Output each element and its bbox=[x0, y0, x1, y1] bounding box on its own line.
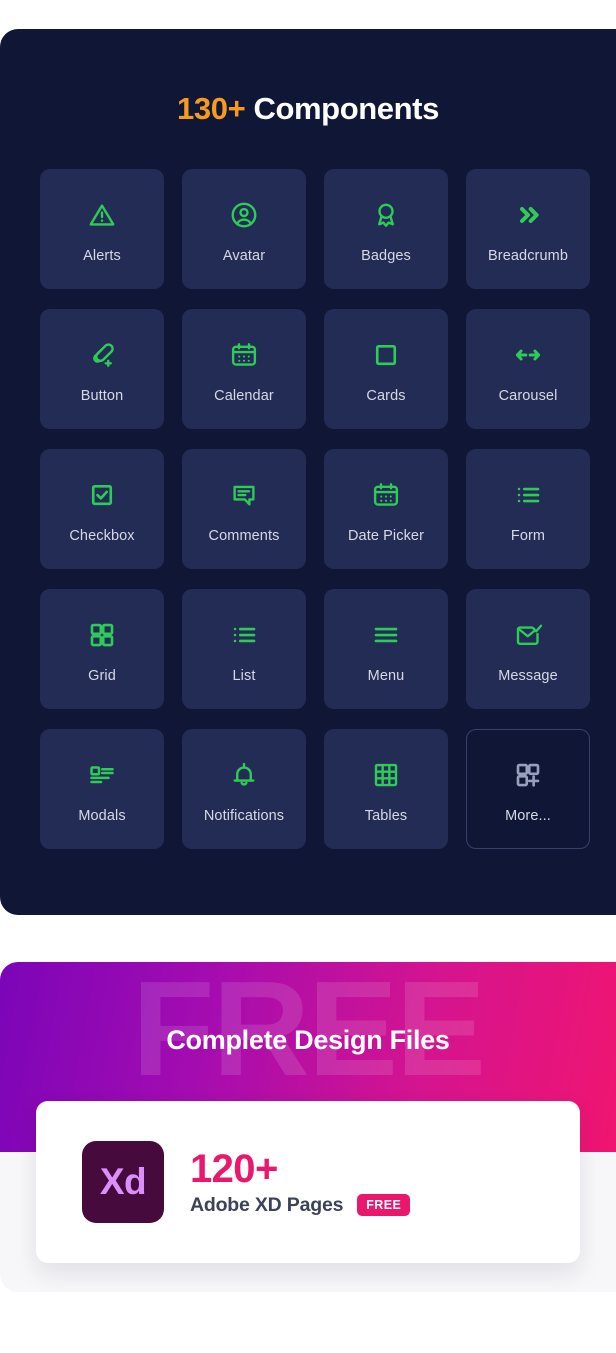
page-root: 130+ Components Alerts Avatar Badges Bre… bbox=[0, 0, 616, 1353]
component-tile-badges[interactable]: Badges bbox=[324, 169, 448, 289]
free-badge: FREE bbox=[357, 1194, 411, 1216]
adobe-xd-card-text: 120+ Adobe XD Pages FREE bbox=[190, 1146, 411, 1217]
left-right-arrows-icon bbox=[508, 335, 548, 375]
hamburger-menu-icon bbox=[366, 615, 406, 655]
component-tile-label: Carousel bbox=[498, 387, 558, 404]
component-tile-cards[interactable]: Cards bbox=[324, 309, 448, 429]
adobe-xd-logo: Xd bbox=[82, 1141, 164, 1223]
component-tile-label: Modals bbox=[78, 807, 126, 824]
component-tile-list[interactable]: List bbox=[182, 589, 306, 709]
bell-icon bbox=[224, 755, 264, 795]
component-tile-label: More... bbox=[505, 807, 551, 824]
component-tile-comments[interactable]: Comments bbox=[182, 449, 306, 569]
components-section: 130+ Components Alerts Avatar Badges Bre… bbox=[0, 29, 616, 915]
bulleted-list-icon bbox=[508, 475, 548, 515]
design-files-section: FREE Complete Design Files Xd 120+ Adobe… bbox=[0, 962, 616, 1292]
alert-triangle-icon bbox=[82, 195, 122, 235]
adobe-xd-logo-text: Xd bbox=[99, 1161, 147, 1202]
component-tile-more[interactable]: More... bbox=[466, 729, 590, 849]
component-tile-message[interactable]: Message bbox=[466, 589, 590, 709]
four-squares-icon bbox=[82, 615, 122, 655]
component-tile-tables[interactable]: Tables bbox=[324, 729, 448, 849]
component-tile-alerts[interactable]: Alerts bbox=[40, 169, 164, 289]
award-ribbon-icon bbox=[366, 195, 406, 235]
calendar-dots-icon bbox=[366, 475, 406, 515]
component-tile-label: Alerts bbox=[83, 247, 121, 264]
component-tile-label: Menu bbox=[367, 667, 405, 684]
square-outline-icon bbox=[366, 335, 406, 375]
component-tile-carousel[interactable]: Carousel bbox=[466, 309, 590, 429]
components-grid: Alerts Avatar Badges Breadcrumb Button C… bbox=[40, 169, 592, 849]
modal-layout-icon bbox=[82, 755, 122, 795]
component-tile-label: Message bbox=[498, 667, 558, 684]
squares-plus-icon bbox=[508, 755, 548, 795]
envelope-check-icon bbox=[508, 615, 548, 655]
components-heading-text: Components bbox=[245, 91, 439, 126]
component-tile-breadcrumb[interactable]: Breadcrumb bbox=[466, 169, 590, 289]
adobe-xd-page-count: 120+ bbox=[190, 1146, 278, 1191]
component-tile-checkbox[interactable]: Checkbox bbox=[40, 449, 164, 569]
component-tile-label: Form bbox=[510, 527, 546, 544]
component-tile-date-picker[interactable]: Date Picker bbox=[324, 449, 448, 569]
components-heading: 130+ Components bbox=[0, 91, 616, 127]
calendar-icon bbox=[224, 335, 264, 375]
user-circle-icon bbox=[224, 195, 264, 235]
component-tile-notifications[interactable]: Notifications bbox=[182, 729, 306, 849]
component-tile-button[interactable]: Button bbox=[40, 309, 164, 429]
component-tile-modals[interactable]: Modals bbox=[40, 729, 164, 849]
component-tile-label: Button bbox=[80, 387, 124, 404]
components-count: 130+ bbox=[177, 91, 246, 126]
checkbox-check-icon bbox=[82, 475, 122, 515]
component-tile-calendar[interactable]: Calendar bbox=[182, 309, 306, 429]
component-tile-label: Comments bbox=[208, 527, 280, 544]
link-plus-icon bbox=[82, 335, 122, 375]
speech-bubble-icon bbox=[224, 475, 264, 515]
design-files-heading: Complete Design Files bbox=[166, 1025, 450, 1055]
component-tile-label: Badges bbox=[361, 247, 411, 264]
table-grid-icon bbox=[366, 755, 406, 795]
adobe-xd-subtitle-row: Adobe XD Pages FREE bbox=[190, 1193, 411, 1217]
component-tile-form[interactable]: Form bbox=[466, 449, 590, 569]
component-tile-label: Checkbox bbox=[69, 527, 135, 544]
component-tile-avatar[interactable]: Avatar bbox=[182, 169, 306, 289]
component-tile-grid[interactable]: Grid bbox=[40, 589, 164, 709]
component-tile-label: List bbox=[232, 667, 256, 684]
bulleted-list-icon bbox=[224, 615, 264, 655]
component-tile-label: Calendar bbox=[214, 387, 274, 404]
component-tile-label: Date Picker bbox=[347, 527, 425, 544]
component-tile-label: Notifications bbox=[203, 807, 285, 824]
double-chevron-right-icon bbox=[508, 195, 548, 235]
component-tile-label: Avatar bbox=[222, 247, 266, 264]
component-tile-label: Tables bbox=[364, 807, 408, 824]
component-tile-label: Grid bbox=[88, 667, 116, 684]
component-tile-menu[interactable]: Menu bbox=[324, 589, 448, 709]
adobe-xd-card[interactable]: Xd 120+ Adobe XD Pages FREE bbox=[36, 1101, 580, 1263]
component-tile-label: Cards bbox=[366, 387, 406, 404]
component-tile-label: Breadcrumb bbox=[488, 247, 568, 264]
adobe-xd-subtitle: Adobe XD Pages bbox=[190, 1193, 344, 1216]
